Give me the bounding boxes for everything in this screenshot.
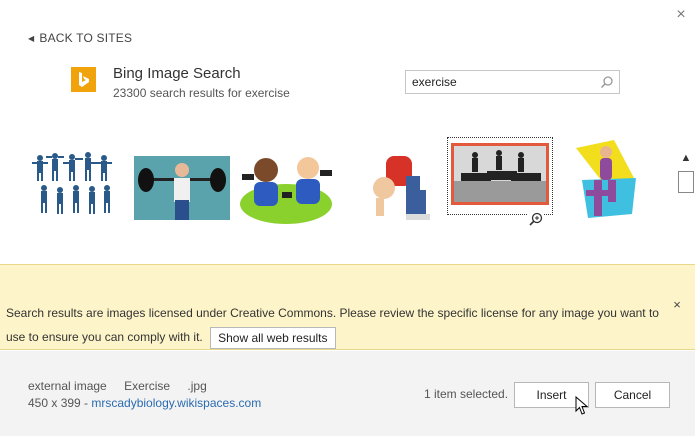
image-source-line: 450 x 399 - mrscadybiology.wikispaces.co… xyxy=(28,396,261,410)
search-input[interactable] xyxy=(412,74,592,90)
image-source-link[interactable]: mrscadybiology.wikispaces.com xyxy=(91,396,261,410)
result-thumbnail-silhouettes[interactable] xyxy=(30,148,116,218)
close-dialog-button[interactable]: × xyxy=(672,6,690,24)
image-dimensions: 450 x 399 - xyxy=(28,396,92,410)
result-thumbnail-cartoon-dumbbells[interactable] xyxy=(238,152,334,226)
result-thumbnail-weightlifter[interactable] xyxy=(134,156,230,220)
scroll-up-arrow-icon[interactable]: ▲ xyxy=(679,152,693,166)
back-arrow-icon: ◀ xyxy=(28,33,35,43)
result-thumbnail-woman-exercising-clipart[interactable] xyxy=(574,138,638,238)
zoom-in-icon[interactable] xyxy=(528,211,544,227)
show-all-web-results-button[interactable]: Show all web results xyxy=(210,326,336,349)
image-title: Exercise xyxy=(124,379,171,393)
result-count: 23300 search results for exercise xyxy=(113,86,290,100)
image-type-label: external image xyxy=(28,379,107,393)
license-notice-text: Search results are images licensed under… xyxy=(6,301,666,349)
selection-status: 1 item selected. xyxy=(424,387,509,401)
cancel-button[interactable]: Cancel xyxy=(595,382,670,408)
back-to-sites-label: BACK TO SITES xyxy=(39,31,133,45)
search-box[interactable] xyxy=(405,70,620,94)
provider-title: Bing Image Search xyxy=(113,65,241,82)
license-notice-bar: Search results are images licensed under… xyxy=(0,264,695,350)
image-meta-line: external image Exercise .jpg xyxy=(28,379,221,393)
close-notice-icon[interactable]: × xyxy=(670,298,684,312)
details-footer: external image Exercise .jpg 450 x 399 -… xyxy=(0,351,695,436)
scrollbar-thumb[interactable] xyxy=(678,171,694,193)
search-icon[interactable] xyxy=(600,75,614,89)
result-thumbnail-child-stretching[interactable] xyxy=(350,150,440,222)
selected-result-frame xyxy=(447,137,553,215)
mouse-cursor-icon xyxy=(575,396,589,415)
bing-logo-icon xyxy=(71,67,96,92)
back-to-sites-link[interactable]: ◀ BACK TO SITES xyxy=(28,31,132,45)
image-extension: .jpg xyxy=(187,379,207,393)
